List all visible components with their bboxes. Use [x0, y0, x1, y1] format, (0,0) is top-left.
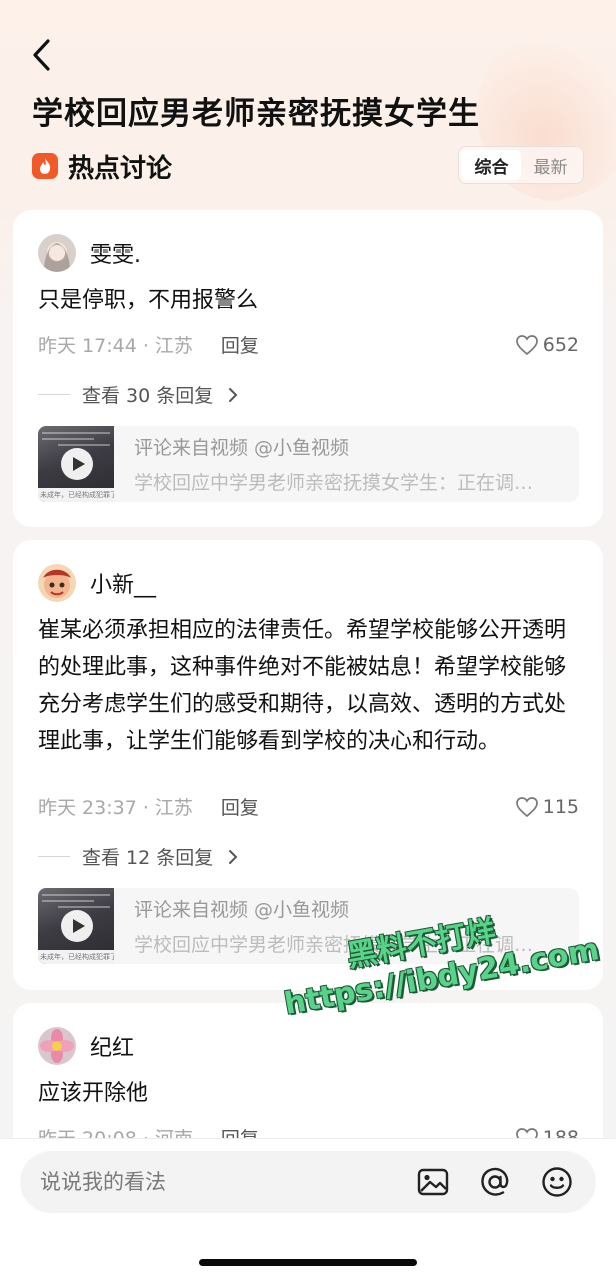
comment-card: 雯雯. 只是停职，不用报警么 昨天 17:44 · 江苏 回复 652 查看 3…	[13, 210, 603, 527]
play-icon	[61, 448, 93, 480]
comment-text: 只是停职，不用报警么	[38, 288, 259, 313]
view-replies-button[interactable]: 查看 30 条回复	[38, 381, 243, 408]
back-button[interactable]	[28, 36, 60, 76]
chevron-right-icon	[229, 849, 238, 864]
section-label: 热点讨论	[68, 153, 173, 184]
heart-icon	[515, 334, 538, 355]
comment-input-container[interactable]	[20, 1151, 596, 1213]
username[interactable]: 雯雯.	[90, 237, 141, 269]
thumbnail-caption: 未成年，已经构成犯罪了吧	[38, 488, 114, 502]
view-replies-label: 查看 30 条回复	[82, 385, 214, 407]
view-replies-label: 查看 12 条回复	[82, 847, 214, 869]
page-title: 学校回应男老师亲密抚摸女学生	[32, 96, 480, 132]
like-button[interactable]: 652	[515, 334, 579, 356]
sort-option-comprehensive[interactable]: 综合	[462, 150, 521, 180]
play-icon	[61, 910, 93, 942]
view-replies-button[interactable]: 查看 12 条回复	[38, 843, 243, 870]
divider	[38, 856, 70, 857]
comment-input[interactable]	[40, 1170, 400, 1194]
comment-text: 应该开除他	[38, 1081, 149, 1106]
hot-discussion-header: 热点讨论	[32, 148, 172, 184]
source-title: 学校回应中学男老师亲密抚摸女学生：正在调查处理	[134, 472, 552, 494]
image-icon[interactable]	[416, 1165, 450, 1199]
mention-icon[interactable]	[478, 1165, 512, 1199]
video-thumbnail: 未成年，已经构成犯罪了吧	[38, 426, 114, 502]
avatar[interactable]	[38, 564, 76, 602]
thumbnail-caption: 未成年，已经构成犯罪了吧	[38, 950, 114, 964]
reply-button[interactable]: 回复	[221, 793, 259, 820]
like-button[interactable]: 115	[515, 796, 579, 818]
reply-button[interactable]: 回复	[221, 331, 259, 358]
comment-time-location: 昨天 23:37 · 江苏	[38, 797, 193, 819]
avatar[interactable]	[38, 234, 76, 272]
avatar[interactable]	[38, 1027, 76, 1065]
divider	[38, 394, 70, 395]
chevron-left-icon	[33, 39, 50, 71]
source-video-card[interactable]: 未成年，已经构成犯罪了吧 评论来自视频 @小鱼视频 学校回应中学男老师亲密抚摸女…	[38, 426, 579, 502]
like-count: 652	[542, 333, 579, 356]
comment-text: 崔某必须承担相应的法律责任。希望学校能够公开透明的处理此事，这种事件绝对不能被姑…	[38, 618, 567, 754]
username[interactable]: 小新__	[90, 567, 156, 599]
flame-icon	[32, 153, 58, 179]
like-count: 115	[542, 795, 579, 818]
video-thumbnail: 未成年，已经构成犯罪了吧	[38, 888, 114, 964]
source-label: 评论来自视频 @小鱼视频	[134, 437, 350, 459]
chevron-right-icon	[229, 387, 238, 402]
home-indicator[interactable]	[199, 1259, 417, 1266]
emoji-icon[interactable]	[540, 1165, 574, 1199]
sort-option-latest[interactable]: 最新	[521, 150, 580, 180]
comment-time-location: 昨天 17:44 · 江苏	[38, 335, 193, 357]
sort-toggle[interactable]: 综合 最新	[458, 146, 584, 184]
username[interactable]: 纪红	[90, 1030, 134, 1062]
comment-composer-bar	[0, 1138, 616, 1279]
heart-icon	[515, 796, 538, 817]
